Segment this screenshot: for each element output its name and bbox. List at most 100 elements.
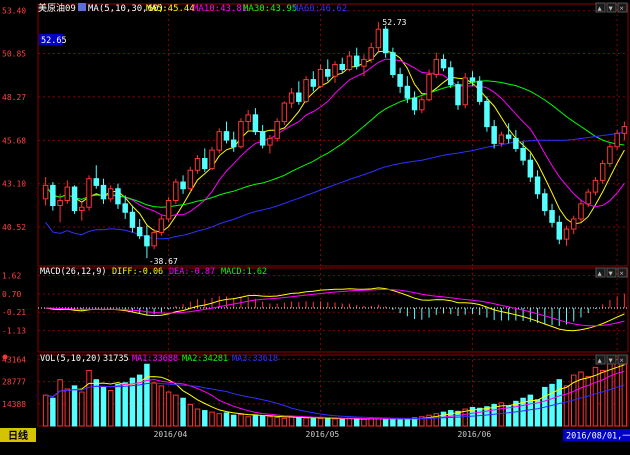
candle-up <box>317 69 324 87</box>
symbol-label: 美原油09 <box>38 2 76 14</box>
volume-bar <box>621 363 628 427</box>
vol-ma1: MA1:33688 <box>132 354 178 364</box>
volume-bar <box>230 414 237 427</box>
volume-bar <box>585 376 591 427</box>
candle-up <box>578 203 584 220</box>
volume-bar <box>397 418 403 427</box>
candle-up <box>274 121 280 139</box>
price-tick-label: 43.10 <box>2 180 26 189</box>
volume-bar <box>332 418 338 427</box>
candle-down <box>310 79 317 87</box>
candle-up <box>563 228 570 240</box>
volume-bar <box>281 417 288 427</box>
candle-down <box>397 74 403 87</box>
stock-chart[interactable]: 53.40 50.85 48.27 45.68 43.10 40.52 2016/04 201… <box>0 0 630 451</box>
candle-down <box>339 63 345 71</box>
vol-tick-label: 14388 <box>2 400 26 409</box>
volume-bar <box>614 358 620 427</box>
candle-down <box>259 131 266 146</box>
volume-bar <box>375 418 382 427</box>
volume-bar <box>440 411 447 427</box>
candle-down <box>252 114 259 133</box>
candle-down <box>549 210 555 223</box>
candle-down <box>122 203 128 213</box>
volume-bar <box>252 414 259 427</box>
volume-bar <box>202 410 208 427</box>
candle-down <box>71 186 78 212</box>
price-tick-label: 40.52 <box>2 223 26 232</box>
price-pane-controls: ▲ ▼ × <box>595 2 628 13</box>
vol-ma2: MA2:34281 <box>182 354 228 364</box>
price-tick-label: 48.27 <box>2 93 26 102</box>
high-annotation: 52.73 <box>382 18 406 27</box>
candle-down <box>469 77 476 82</box>
volume-bar <box>79 391 85 427</box>
volume-bar <box>216 413 222 427</box>
volume-bar <box>274 417 280 427</box>
volume-bar <box>353 419 360 427</box>
candle-down <box>534 176 541 195</box>
volume-bar <box>165 391 172 427</box>
candle-down <box>556 221 563 240</box>
vol-tick-label: 28777 <box>2 378 26 387</box>
candle-up <box>346 55 353 70</box>
volume-bar <box>187 403 194 427</box>
volume-bar <box>433 413 440 427</box>
volume-bar <box>325 417 331 427</box>
ma10-value: MA10:43.81 <box>193 4 247 14</box>
candle-up <box>165 200 172 220</box>
volume-bar <box>151 382 157 427</box>
volume-bar <box>404 418 411 427</box>
volume-layer <box>42 358 628 427</box>
candle-down <box>527 159 534 178</box>
macd-tick-label: 0.70 <box>2 290 21 299</box>
price-tick-label: 53.40 <box>2 7 26 16</box>
volume-bar <box>346 417 353 427</box>
candle-down <box>115 188 121 205</box>
candle-down <box>505 134 512 139</box>
macd-dea: DEA:-0.87 <box>169 267 215 277</box>
vol-value: 31735 <box>103 354 129 364</box>
candle-down <box>296 92 302 102</box>
candle-down <box>390 52 396 76</box>
candle-down <box>520 147 526 161</box>
macd-diff: DIFF:-0.06 <box>112 267 163 277</box>
volume-bar <box>296 417 302 427</box>
ma5-value: MA5:45.44 <box>146 4 195 14</box>
candle-up <box>79 206 85 212</box>
candle-down <box>404 85 411 99</box>
volume-bar <box>361 418 367 427</box>
volume-bar <box>245 416 251 427</box>
macd-close-icon: × <box>620 270 624 278</box>
volume-bar <box>317 418 324 427</box>
macd-tick-label: 1.62 <box>2 272 21 281</box>
pane-marker-icon <box>2 354 8 360</box>
candle-down <box>476 80 483 102</box>
volume-bar <box>238 413 244 427</box>
indicator-menu-icon[interactable] <box>78 3 86 11</box>
volume-bar <box>310 417 317 427</box>
volume-bar <box>64 388 71 427</box>
period-label: 日线 <box>8 429 28 442</box>
time-tick-label: 2016/05 <box>306 430 340 439</box>
candle-up <box>585 191 591 205</box>
candle-down <box>136 226 143 237</box>
candle-down <box>230 139 237 148</box>
candle-up <box>107 188 114 200</box>
candle-up <box>498 134 505 144</box>
volume-bar <box>339 418 345 427</box>
volume-bar <box>115 383 121 427</box>
candle-down <box>484 100 490 128</box>
candle-down <box>353 55 360 67</box>
volume-bar <box>455 410 461 427</box>
volume-bar <box>267 416 273 427</box>
volume-bar <box>42 394 49 427</box>
candle-up <box>419 99 425 111</box>
candle-up <box>621 126 628 134</box>
candle-up <box>599 163 606 181</box>
candle-up <box>86 178 92 208</box>
candle-up <box>173 181 179 201</box>
price-tick-label: 45.68 <box>2 136 26 145</box>
candle-down <box>100 184 107 200</box>
candle-up <box>57 200 63 207</box>
